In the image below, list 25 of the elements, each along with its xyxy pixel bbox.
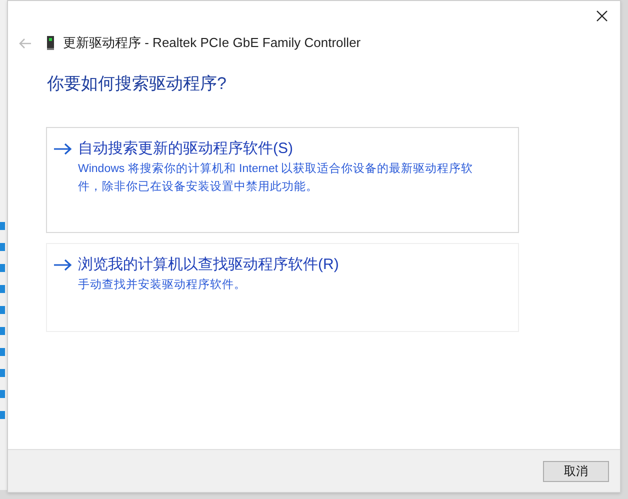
arrow-icon <box>53 258 72 270</box>
device-icon <box>0 348 5 356</box>
arrow-icon <box>53 142 72 154</box>
option-description: 手动查找并安装驱动程序软件。 <box>78 277 247 292</box>
option-title: 浏览我的计算机以查找驱动程序软件(R) <box>78 254 339 274</box>
device-icon <box>0 369 5 377</box>
device-icon <box>0 327 5 335</box>
cancel-button[interactable]: 取消 <box>543 460 609 482</box>
device-icon <box>0 243 5 251</box>
page-heading: 你要如何搜索驱动程序? <box>47 73 226 95</box>
close-button[interactable] <box>594 8 610 24</box>
option-description: Windows 将搜索你的计算机和 Internet 以获取适合你设备的最新驱动程序软件，除非你已在设备安装设置中禁用此功能。 <box>78 161 474 194</box>
option-title: 自动搜索更新的驱动程序软件(S) <box>78 138 294 158</box>
device-icon <box>0 390 5 398</box>
device-icon <box>0 411 5 419</box>
option-card[interactable]: 自动搜索更新的驱动程序软件(S) Windows 将搜索你的计算机和 Internet 以获取适合你设备的最新驱动程序软件，除非你已在设备安装设置中禁用此功能。 <box>46 126 519 232</box>
device-icon <box>0 264 5 272</box>
device-icon <box>0 306 5 314</box>
window-title: 更新驱动程序 - Realtek PCIe GbE Family Controller <box>63 34 361 52</box>
device-icon <box>0 285 5 293</box>
close-icon <box>596 10 608 22</box>
option-card[interactable]: 浏览我的计算机以查找驱动程序软件(R) 手动查找并安装驱动程序软件。 <box>46 242 519 332</box>
network-device-icon <box>47 36 54 50</box>
device-icon <box>0 222 5 230</box>
back-arrow-icon <box>18 38 32 48</box>
